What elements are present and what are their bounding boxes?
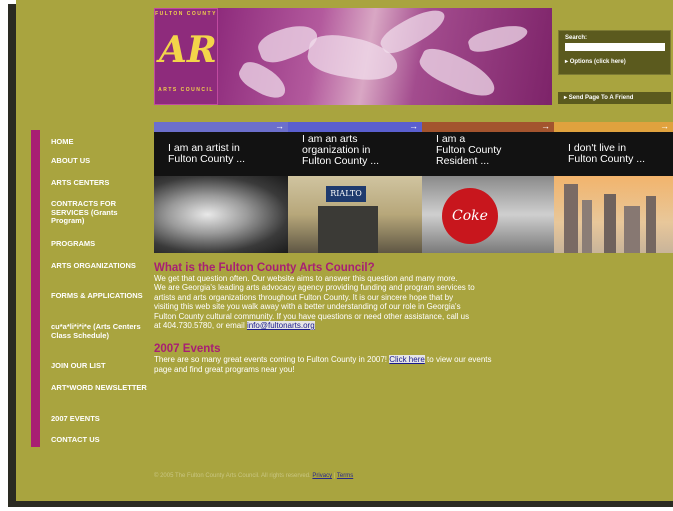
nav-item-home[interactable]: HOME (51, 137, 151, 147)
page-bottom-shadow (8, 501, 673, 507)
terms-link[interactable]: Terms (337, 473, 353, 479)
footer-separator: | (333, 473, 336, 479)
audience-banner: → I am an artist in Fulton County ... → I… (154, 122, 673, 253)
arrow-icon: ▸ (565, 59, 569, 65)
privacy-link[interactable]: Privacy (312, 473, 332, 479)
nav-item-join-our-list[interactable]: JOIN OUR LIST (51, 361, 151, 371)
panel-color-bar: → (154, 122, 288, 132)
nav-item-contact-us[interactable]: CONTACT US (51, 435, 151, 445)
panel-label: I am an arts organization in Fulton County… (288, 132, 422, 176)
about-heading: What is the Fulton County Arts Council? (154, 262, 375, 274)
search-label: Search: (565, 35, 588, 41)
browser-screenshot: FULTON COUNTY ARTS ARTS COUNCIL Search: … (0, 0, 673, 511)
sidebar-accent-bar (31, 130, 40, 447)
panel-color-bar: → (422, 122, 554, 132)
search-options-link[interactable]: ▸ Options (click here) (565, 58, 626, 65)
nav-item-class-schedule[interactable]: cu*a*li*i*i*e (Arts Centers Class Schedu… (51, 322, 151, 340)
theatre-sign: RIALTO (326, 186, 366, 202)
arrow-right-icon: → (541, 122, 550, 131)
photo-coke-sign: Coke (422, 176, 554, 253)
send-page-label: Send Page To A Friend (568, 95, 634, 101)
send-page-to-friend-button[interactable]: ▸ Send Page To A Friend (558, 92, 671, 104)
coke-logo: Coke (442, 188, 498, 244)
arts-council-logo[interactable]: FULTON COUNTY ARTS ARTS COUNCIL (154, 8, 269, 105)
nav-item-newsletter[interactable]: ART*WORD NEWSLETTER (51, 383, 151, 393)
nav-item-contracts[interactable]: CONTRACTS FOR SERVICES (Grants Program) (51, 199, 151, 226)
photo-skyline (554, 176, 673, 253)
panel-label: I don't live in Fulton County ... (554, 132, 673, 176)
main-content: What is the Fulton County Arts Council? … (154, 262, 614, 374)
about-paragraph: We get that question often. Our website … (154, 274, 475, 331)
nav-item-forms-applications[interactable]: FORMS & APPLICATIONS (51, 291, 151, 301)
nav-item-programs[interactable]: PROGRAMS (51, 239, 151, 249)
panel-color-bar: → (288, 122, 422, 132)
banner-panel-organization[interactable]: → I am an arts organization in Fulton Coun… (288, 122, 422, 253)
events-paragraph: There are so many great events coming to… (154, 355, 492, 374)
arrow-icon: ▸ (564, 95, 568, 101)
arrow-right-icon: → (409, 122, 418, 131)
nav-item-about-us[interactable]: ABOUT US (51, 156, 151, 166)
email-link[interactable]: info@fultonarts.org (246, 321, 315, 331)
page-shadow (8, 4, 16, 504)
photo-theatre: RIALTO (288, 176, 422, 253)
banner-panel-artist[interactable]: → I am an artist in Fulton County ... (154, 122, 288, 253)
hero-dance-image (218, 8, 552, 105)
banner-panel-non-resident[interactable]: → I don't live in Fulton County ... (554, 122, 673, 253)
panel-color-bar: → (554, 122, 673, 132)
page: FULTON COUNTY ARTS ARTS COUNCIL Search: … (16, 0, 673, 503)
search-box: Search: ▸ Options (click here) (558, 30, 671, 75)
nav-item-arts-organizations[interactable]: ARTS ORGANIZATIONS (51, 261, 151, 271)
banner-panel-resident[interactable]: → I am a Fulton County Resident ... Coke (422, 122, 554, 253)
footer: © 2005 The Fulton County Arts Council. A… (154, 473, 353, 479)
nav-item-arts-centers[interactable]: ARTS CENTERS (51, 178, 151, 188)
panel-label: I am a Fulton County Resident ... (422, 132, 554, 176)
logo-top-text: FULTON COUNTY (155, 11, 217, 17)
nav-item-2007-events[interactable]: 2007 EVENTS (51, 414, 151, 424)
events-click-here-link[interactable]: Click here (389, 355, 425, 365)
search-options-label: Options (click here) (569, 59, 626, 65)
logo-bottom-text: ARTS COUNCIL (158, 87, 214, 93)
photo-hands (154, 176, 288, 253)
search-input[interactable] (565, 43, 665, 51)
panel-label: I am an artist in Fulton County ... (154, 132, 288, 176)
arrow-right-icon: → (660, 122, 669, 131)
copyright-text: © 2005 The Fulton County Arts Council. A… (154, 473, 311, 479)
arrow-right-icon: → (275, 122, 284, 131)
events-heading: 2007 Events (154, 343, 221, 356)
